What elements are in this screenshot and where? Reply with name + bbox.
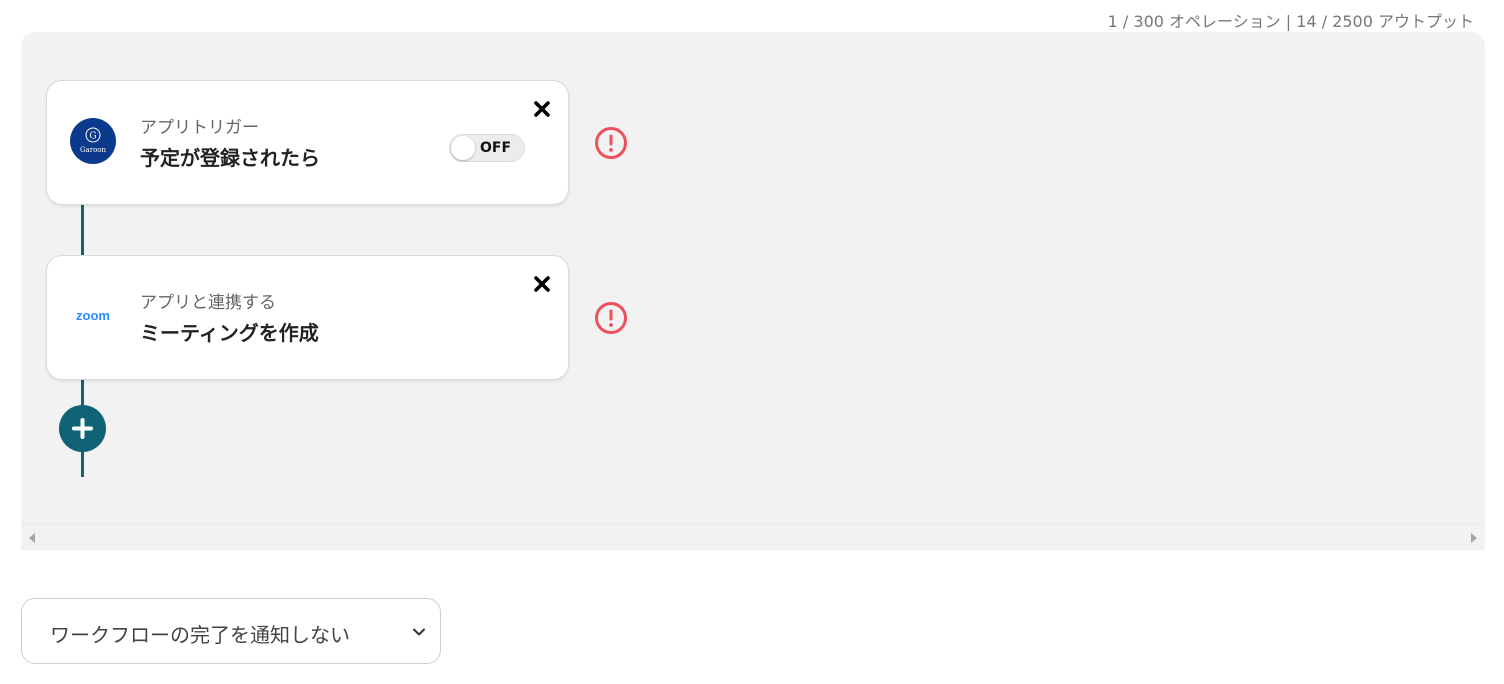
workflow-canvas: G Garoon アプリトリガー 予定が登録されたら OFF zoom アプリと… — [21, 32, 1485, 550]
plus-icon — [72, 418, 93, 439]
exclamation-circle-icon[interactable] — [594, 301, 628, 335]
step-type-label: アプリトリガー — [140, 118, 259, 138]
usage-counter: 1 / 300 オペレーション | 14 / 2500 アウトプット — [1107, 12, 1474, 31]
step-title: 予定が登録されたら — [140, 146, 320, 170]
notify-completion-select[interactable]: ワークフローの完了を通知しない — [21, 598, 441, 664]
svg-text:G: G — [89, 132, 96, 142]
svg-text:Garoon: Garoon — [80, 146, 107, 154]
chevron-down-icon — [410, 623, 428, 641]
garoon-logo-icon: G Garoon — [70, 118, 116, 164]
exclamation-circle-icon[interactable] — [594, 126, 628, 160]
close-icon[interactable] — [532, 274, 552, 294]
trigger-toggle[interactable]: OFF — [449, 134, 525, 162]
scroll-left-icon[interactable] — [29, 533, 35, 543]
horizontal-scrollbar[interactable] — [21, 524, 1485, 550]
close-icon[interactable] — [532, 99, 552, 119]
svg-text:zoom: zoom — [76, 308, 110, 323]
connector-line — [81, 379, 84, 406]
connector-line — [81, 205, 84, 255]
step-title: ミーティングを作成 — [140, 321, 319, 345]
select-value: ワークフローの完了を通知しない — [50, 623, 350, 647]
step-type-label: アプリと連携する — [140, 293, 276, 313]
step-card-trigger[interactable]: G Garoon アプリトリガー 予定が登録されたら OFF — [46, 80, 569, 205]
zoom-logo-icon: zoom — [70, 293, 116, 339]
step-card-action[interactable]: zoom アプリと連携する ミーティングを作成 — [46, 255, 569, 380]
connector-line — [81, 451, 84, 477]
toggle-label: OFF — [480, 140, 512, 156]
scroll-right-icon[interactable] — [1471, 533, 1477, 543]
add-step-button[interactable] — [59, 405, 106, 452]
toggle-knob — [451, 136, 475, 160]
